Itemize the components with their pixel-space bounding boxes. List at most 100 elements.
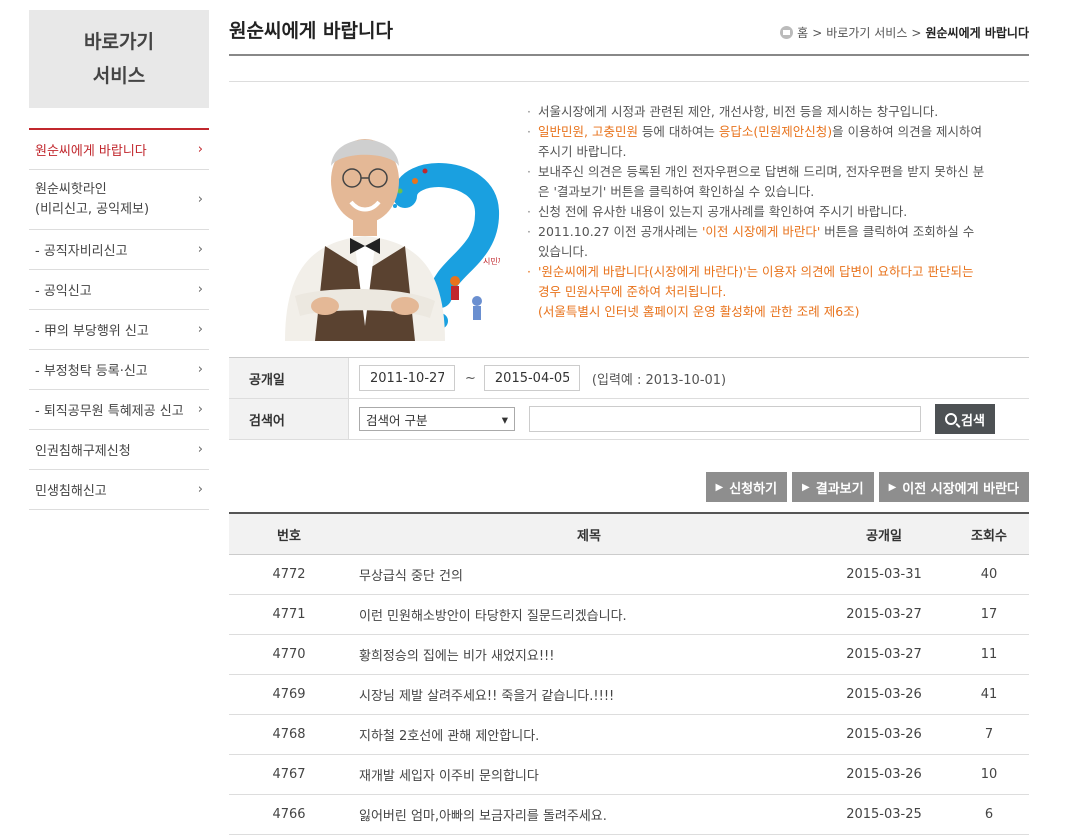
mayor-portrait: 시민께 더 물을! <box>255 96 500 341</box>
date-row: 공개일 ~ (입력예 : 2013-10-01) <box>229 358 1029 399</box>
table-header: 번호 제목 공개일 조회수 <box>229 514 1029 555</box>
notice-text: 등에 대하여는 <box>637 124 719 139</box>
table-row: 4768 지하철 2호선에 관해 제안합니다. 2015-03-26 7 <box>229 715 1029 755</box>
apply-button-label: 신청하기 <box>729 481 778 497</box>
notice-text: '원순씨에게 바랍니다(시장에게 바란다)'는 이용자 의견에 답변이 요하다고… <box>538 264 974 299</box>
header-date: 공개일 <box>866 528 902 544</box>
notice-highlight: 일반민원, 고충민원 <box>538 124 638 139</box>
sidebar-item-retired-official[interactable]: - 퇴직공무원 특혜제공 신고 › <box>29 390 209 430</box>
home-icon[interactable] <box>780 26 794 39</box>
sidebar-item-label: - 공직자비리신고 <box>35 244 128 259</box>
keyword-input[interactable] <box>529 406 921 432</box>
cell-title-link[interactable]: 이런 민원해소방안이 타당한지 질문드리겠습니다. <box>349 605 819 624</box>
notice-item: 일반민원, 고충민원 등에 대하여는 응답소(민원제안신청)을 이용하여 의견을… <box>527 122 987 162</box>
sidebar-item-human-rights[interactable]: 인권침해구제신청 › <box>29 430 209 470</box>
apply-button[interactable]: ▶ 신청하기 <box>705 472 788 502</box>
keyword-row: 검색어 검색어 구분 ▾ 검색 <box>229 399 1029 440</box>
date-from-input[interactable] <box>359 365 455 391</box>
notice-item: 보내주신 의견은 등록된 개인 전자우편으로 답변해 드리며, 전자우편을 받지… <box>527 162 987 202</box>
cell-title-link[interactable]: 시장님 제발 살려주세요!! 죽을거 같습니다.!!!! <box>349 685 819 704</box>
cell-views: 41 <box>980 687 998 702</box>
cell-views: 40 <box>980 567 998 582</box>
breadcrumb: 홈 > 바로가기 서비스 > 원순씨에게 바랍니다 <box>780 24 1029 41</box>
breadcrumb-section[interactable]: 바로가기 서비스 <box>826 24 907 41</box>
title-divider <box>229 54 1029 56</box>
sidebar-item-improper-solicitation[interactable]: - 부정청탁 등록·신고 › <box>29 350 209 390</box>
chevron-right-icon: › <box>197 402 203 417</box>
section-divider <box>229 81 1029 82</box>
results-button-label: 결과보기 <box>815 481 864 497</box>
sidebar-item-unfair-practice[interactable]: - 甲의 부당행위 신고 › <box>29 310 209 350</box>
cell-number: 4772 <box>272 567 306 582</box>
sidebar-item-wonsun[interactable]: 원순씨에게 바랍니다 › <box>29 130 209 170</box>
cell-views: 10 <box>980 767 998 782</box>
breadcrumb-separator: > <box>812 25 823 40</box>
search-icon <box>945 413 958 425</box>
keyword-label: 검색어 <box>229 399 349 439</box>
table-row: 4766 잃어버린 엄마,아빠의 보금자리를 돌려주세요. 2015-03-25… <box>229 795 1029 835</box>
cell-title-link[interactable]: 재개발 세입자 이주비 문의합니다 <box>349 765 819 784</box>
chevron-right-icon: › <box>197 142 203 157</box>
date-range-separator: ~ <box>465 370 476 386</box>
search-button[interactable]: 검색 <box>935 404 995 434</box>
cell-title-link[interactable]: 지하철 2호선에 관해 제안합니다. <box>349 725 819 744</box>
search-type-select[interactable]: 검색어 구분 ▾ <box>359 407 515 431</box>
cell-views: 11 <box>980 647 998 662</box>
table-row: 4772 무상급식 중단 건의 2015-03-31 40 <box>229 555 1029 595</box>
notice-item-warning: '원순씨에게 바랍니다(시장에게 바란다)'는 이용자 의견에 답변이 요하다고… <box>527 262 987 322</box>
cell-date: 2015-03-26 <box>846 727 922 742</box>
sidebar-item-livelihood[interactable]: 민생침해신고 › <box>29 470 209 510</box>
notice-item: 신청 전에 유사한 내용이 있는지 공개사례를 확인하여 주시기 바랍니다. <box>527 202 987 222</box>
sidebar-item-label: - 부정청탁 등록·신고 <box>35 364 148 379</box>
cell-views: 7 <box>984 727 994 742</box>
sidebar-item-label: - 퇴직공무원 특혜제공 신고 <box>35 404 184 419</box>
cell-number: 4767 <box>272 767 306 782</box>
play-icon: ▶ <box>715 481 724 493</box>
sidebar-item-label: - 甲의 부당행위 신고 <box>35 324 149 339</box>
portrait-caption: 시민께 더 물을! <box>483 256 500 266</box>
sidebar-item-official-corruption[interactable]: - 공직자비리신고 › <box>29 230 209 270</box>
cell-date: 2015-03-26 <box>846 687 922 702</box>
main-content: 원순씨에게 바랍니다 홈 > 바로가기 서비스 > 원순씨에게 바랍니다 시민 … <box>229 10 1029 835</box>
sidebar-title: 바로가기 서비스 <box>29 10 209 108</box>
previous-mayor-button[interactable]: ▶ 이전 시장에게 바란다 <box>878 472 1029 502</box>
eungdapso-link[interactable]: 응답소(민원제안신청) <box>719 124 832 139</box>
date-to-input[interactable] <box>483 365 580 391</box>
header-views: 조회수 <box>971 528 1007 544</box>
play-icon: ▶ <box>888 481 897 493</box>
search-form: 공개일 ~ (입력예 : 2013-10-01) 검색어 검색어 구분 ▾ 검색 <box>229 357 1029 440</box>
chevron-right-icon: › <box>197 362 203 377</box>
sidebar-item-hotline[interactable]: 원순씨핫라인 (비리신고, 공익제보) › <box>29 170 209 230</box>
header-title: 제목 <box>577 528 601 544</box>
notice-item: 2011.10.27 이전 공개사례는 '이전 시장에게 바란다' 버튼을 클릭… <box>527 222 987 262</box>
cell-title-link[interactable]: 황희정승의 집에는 비가 새었지요!!! <box>349 645 819 664</box>
cell-number: 4768 <box>272 727 306 742</box>
sidebar-item-public-interest[interactable]: - 공익신고 › <box>29 270 209 310</box>
cell-number: 4766 <box>272 807 306 822</box>
sidebar-title-line2: 서비스 <box>92 65 146 87</box>
cell-title-link[interactable]: 무상급식 중단 건의 <box>349 565 819 584</box>
notice-list: 서울시장에게 시정과 관련된 제안, 개선사항, 비전 등을 제시하는 창구입니… <box>527 102 987 322</box>
cell-date: 2015-03-27 <box>846 647 922 662</box>
breadcrumb-separator: > <box>911 25 922 40</box>
sidebar-menu: 원순씨에게 바랍니다 › 원순씨핫라인 (비리신고, 공익제보) › - 공직자… <box>29 128 209 510</box>
chevron-right-icon: › <box>197 482 203 497</box>
table-row: 4767 재개발 세입자 이주비 문의합니다 2015-03-26 10 <box>229 755 1029 795</box>
chevron-right-icon: › <box>197 282 203 297</box>
chevron-right-icon: › <box>197 191 203 207</box>
play-icon: ▶ <box>802 481 810 493</box>
sidebar-item-label: 원순씨핫라인 (비리신고, 공익제보) <box>35 180 149 220</box>
intro-section: 시민께 더 물을! 서울시장에게 시정과 관련된 제안, 개선사항, 비전 등을… <box>229 96 1029 346</box>
notice-item: 서울시장에게 시정과 관련된 제안, 개선사항, 비전 등을 제시하는 창구입니… <box>527 102 987 122</box>
dropdown-arrow-icon: ▾ <box>501 411 508 427</box>
cell-number: 4769 <box>272 687 306 702</box>
cell-title-link[interactable]: 잃어버린 엄마,아빠의 보금자리를 돌려주세요. <box>349 805 819 824</box>
action-buttons: ▶ 신청하기 ▶ 결과보기 ▶ 이전 시장에게 바란다 <box>705 472 1029 502</box>
results-button[interactable]: ▶ 결과보기 <box>792 472 874 502</box>
cell-number: 4770 <box>272 647 306 662</box>
notice-text: (서울특별시 인터넷 홈페이지 운영 활성화에 관한 조례 제6조) <box>538 304 860 319</box>
cell-views: 6 <box>984 807 994 822</box>
breadcrumb-current: 원순씨에게 바랍니다 <box>925 26 1029 40</box>
cell-date: 2015-03-31 <box>846 567 922 582</box>
breadcrumb-home[interactable]: 홈 <box>797 24 808 41</box>
